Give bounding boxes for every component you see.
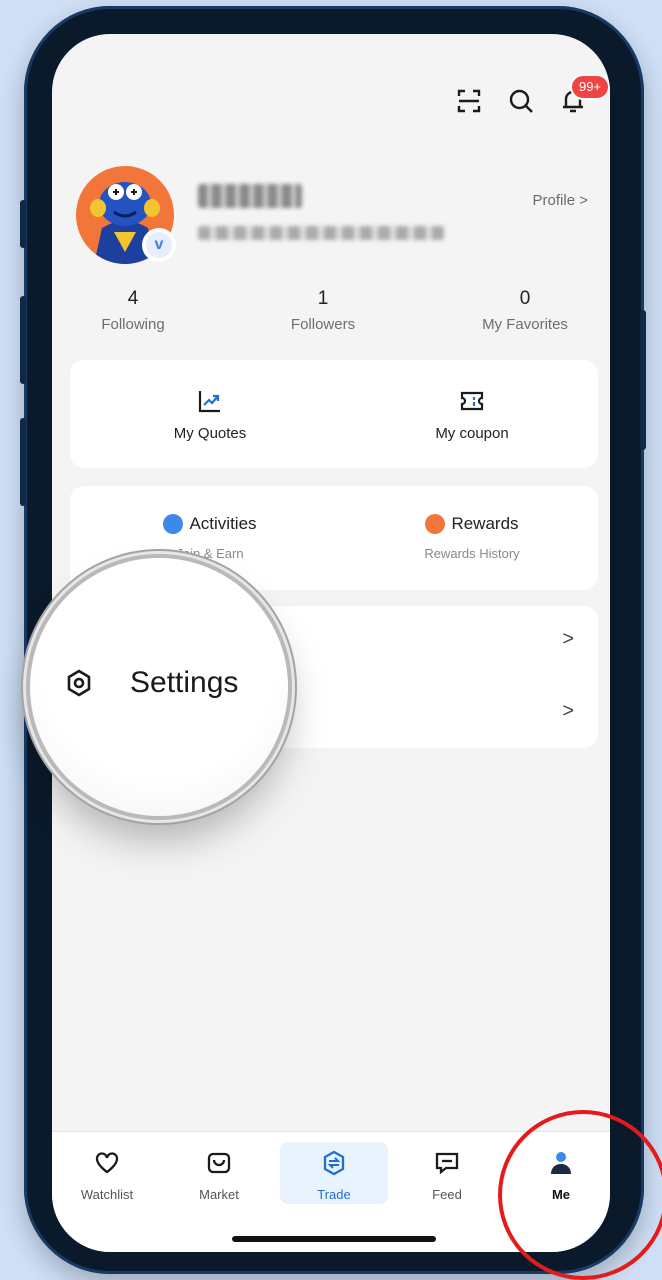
stat-following[interactable]: 4 Following — [90, 288, 176, 333]
nav-trade[interactable]: Trade — [289, 1150, 379, 1202]
settings-label-magnified[interactable]: Settings — [130, 666, 238, 700]
chart-up-icon — [198, 391, 220, 413]
my-coupon-button[interactable]: My coupon — [402, 388, 542, 442]
activities-title: Activities — [189, 514, 257, 533]
verified-badge: v — [142, 228, 176, 262]
my-quotes-button[interactable]: My Quotes — [140, 388, 280, 442]
top-toolbar: 99+ — [456, 76, 608, 119]
stat-value: 4 — [127, 288, 139, 309]
side-button — [640, 310, 646, 450]
side-button — [20, 296, 26, 384]
activities-button[interactable]: Activities Join & Earn — [120, 514, 300, 561]
activities-icon — [163, 514, 184, 534]
stat-value: 0 — [519, 288, 531, 309]
nav-label: Feed — [432, 1187, 462, 1202]
nav-market[interactable]: Market — [174, 1150, 264, 1202]
search-icon[interactable] — [508, 88, 534, 119]
nav-label: Market — [199, 1187, 239, 1202]
rewards-button[interactable]: Rewards Rewards History — [382, 514, 562, 561]
chevron-right-icon: > — [562, 700, 574, 722]
highlight-circle — [498, 1110, 662, 1280]
stat-label: Followers — [290, 316, 356, 333]
nav-feed[interactable]: Feed — [402, 1150, 492, 1202]
nav-watchlist[interactable]: Watchlist — [62, 1150, 152, 1202]
side-button — [20, 200, 26, 248]
user-id-blurred — [198, 226, 444, 240]
tool-label: My Quotes — [173, 425, 247, 442]
profile-link[interactable]: Profile > — [533, 192, 588, 209]
side-button — [20, 418, 26, 506]
bag-icon — [207, 1152, 231, 1174]
notifications-button[interactable]: 99+ — [560, 76, 608, 119]
magnifier-overlay: Settings — [30, 558, 288, 816]
scan-icon[interactable] — [456, 88, 482, 119]
home-indicator — [232, 1236, 436, 1242]
heart-icon — [95, 1152, 119, 1174]
rewards-icon — [425, 514, 446, 534]
chevron-right-icon: > — [562, 628, 574, 650]
stat-value: 1 — [317, 288, 329, 309]
nav-label: Watchlist — [80, 1187, 134, 1202]
nav-label: Trade — [317, 1187, 351, 1202]
username-blurred — [198, 184, 302, 208]
rewards-title: Rewards — [451, 514, 519, 533]
trade-icon — [323, 1150, 345, 1176]
settings-gear-icon — [64, 668, 94, 703]
tool-label: My coupon — [435, 425, 509, 442]
tools-card: My Quotes My coupon — [70, 360, 598, 468]
notification-badge: 99+ — [572, 76, 608, 98]
stat-favorites[interactable]: 0 My Favorites — [470, 288, 580, 333]
stat-followers[interactable]: 1 Followers — [278, 288, 368, 333]
coupon-icon — [460, 391, 484, 411]
stat-label: Following — [101, 316, 165, 333]
stat-label: My Favorites — [482, 316, 568, 333]
feed-icon — [435, 1152, 459, 1175]
rewards-subtitle: Rewards History — [424, 546, 520, 561]
